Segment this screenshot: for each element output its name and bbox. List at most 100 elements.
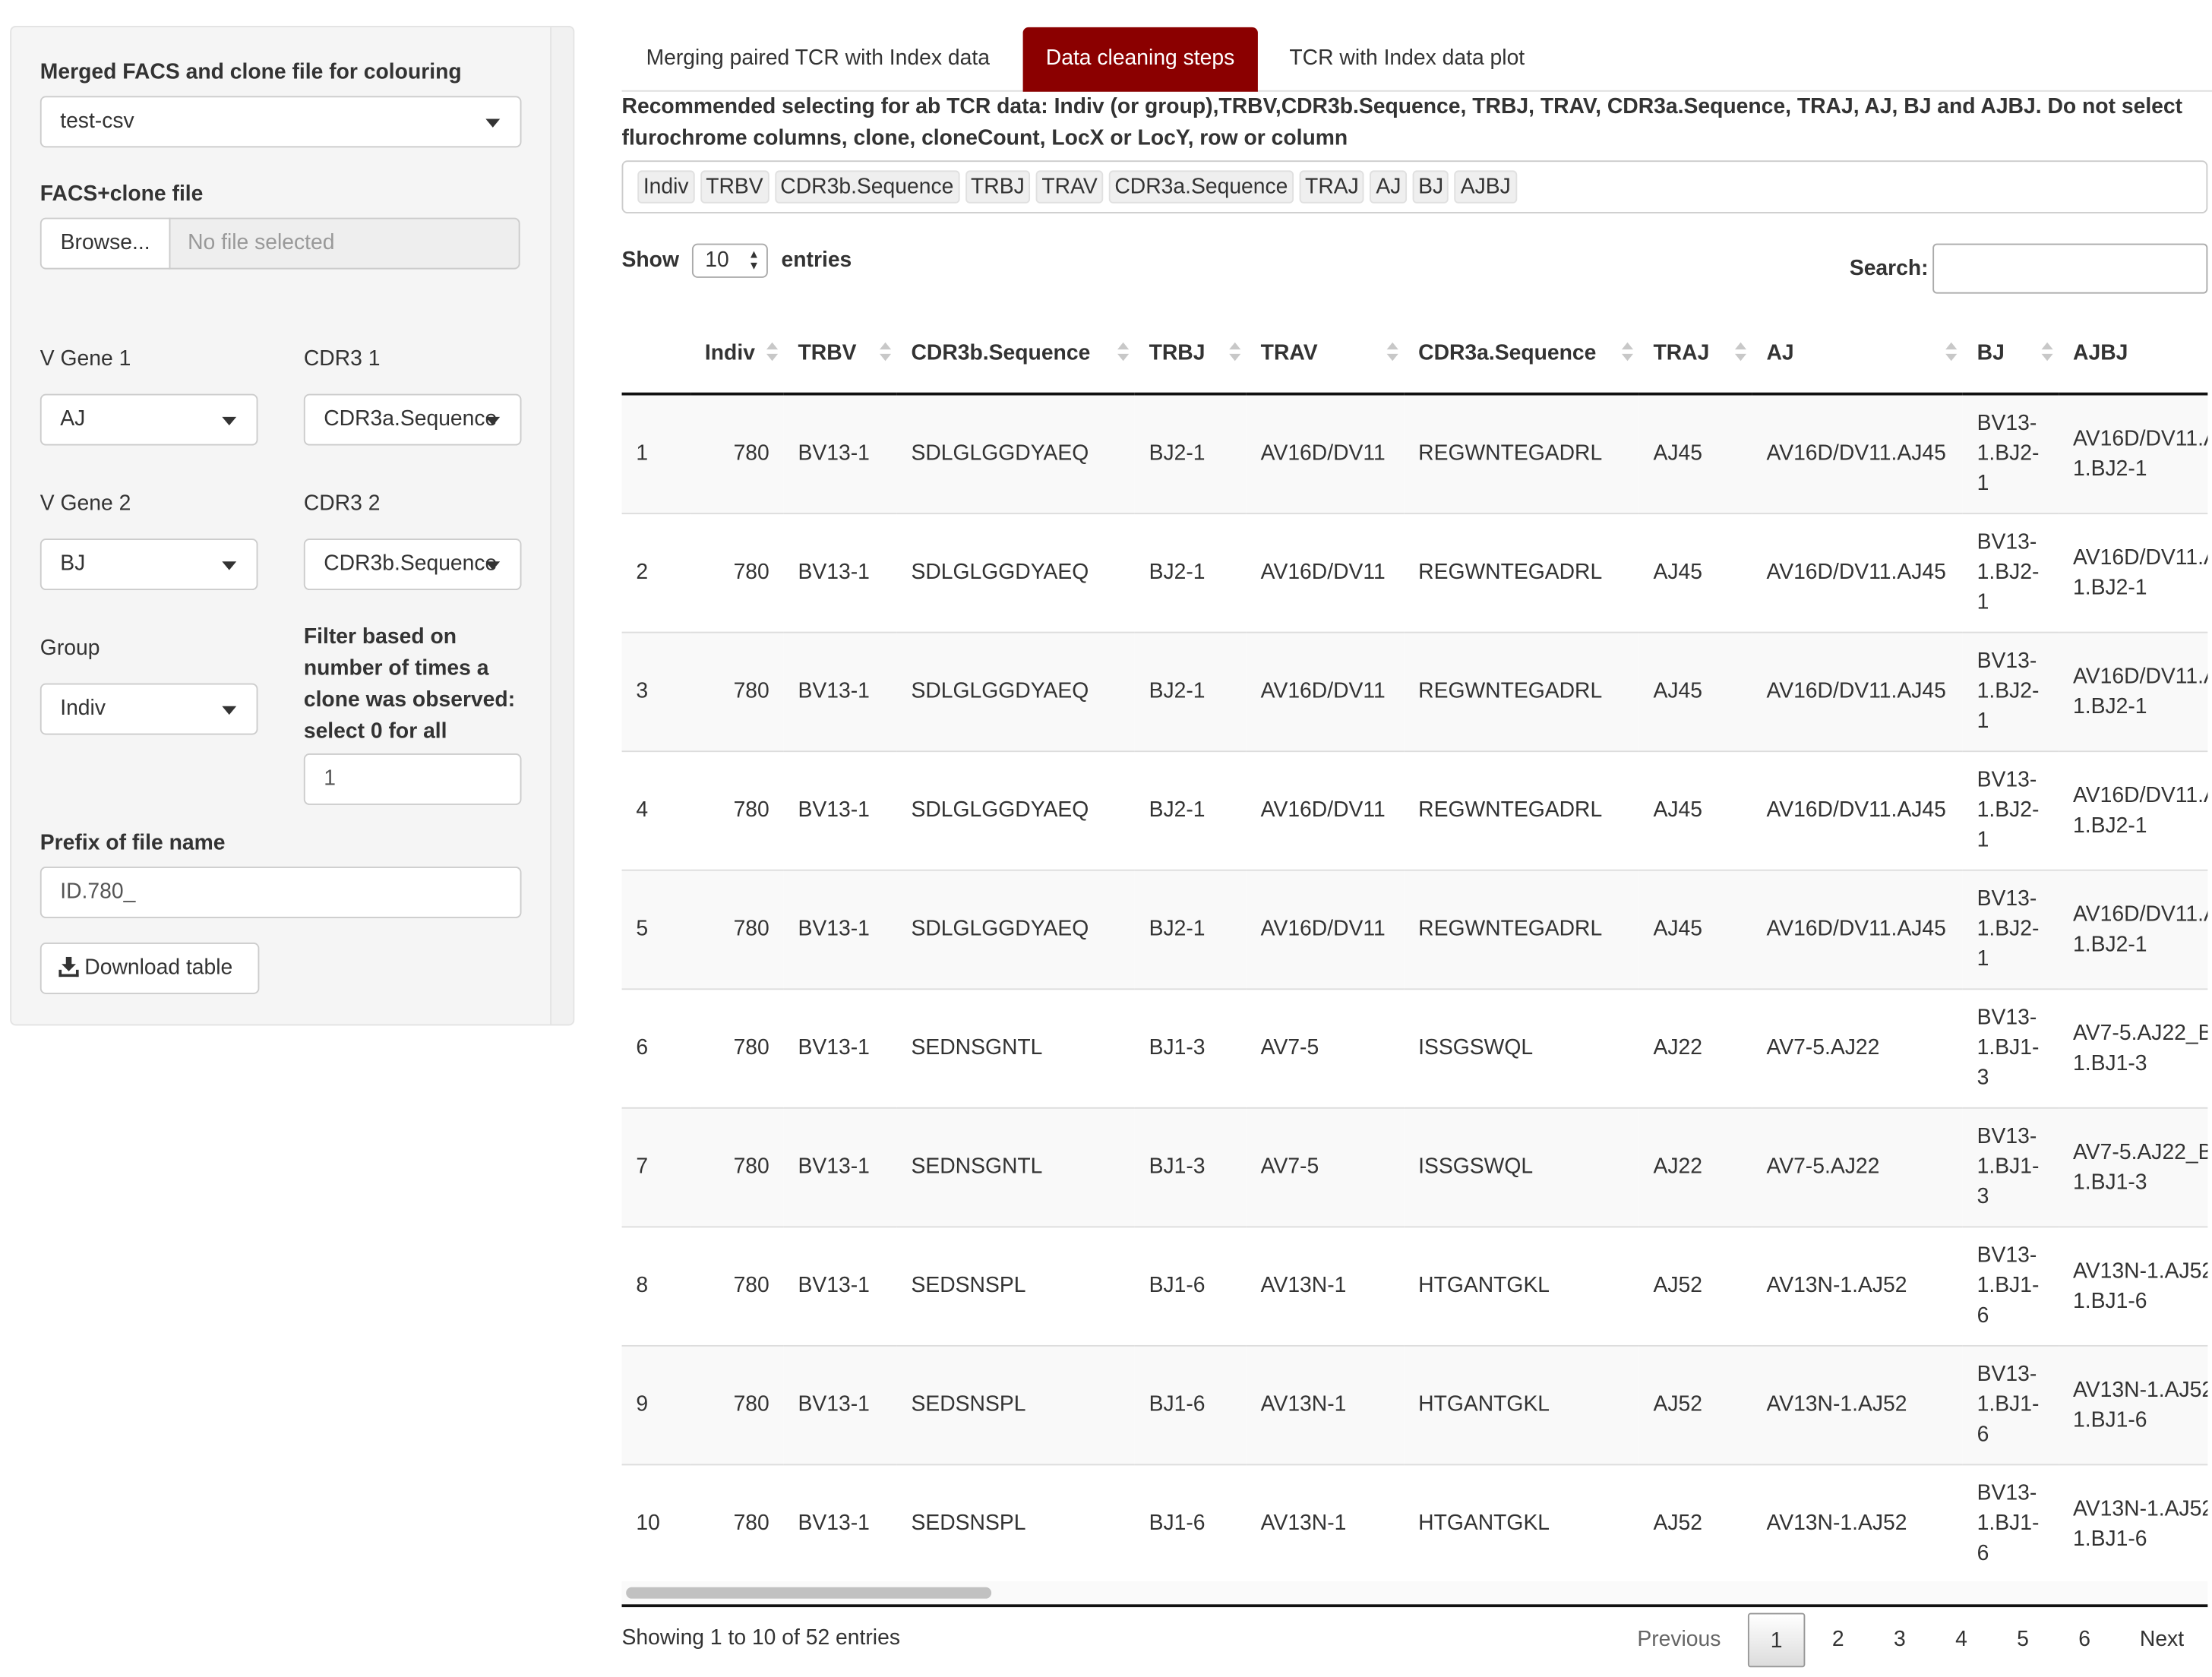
table-cell: AV16D/DV11.AJ45_BV13-1.BJ2-1 xyxy=(2059,630,2208,751)
column-header-label: TRBV xyxy=(798,340,857,365)
prefix-input[interactable]: ID.780_ xyxy=(40,867,522,918)
table-row[interactable]: 1 780 BV13-1 SDLGLGGDYAEQ BJ2-1 AV16D/DV11 REG… xyxy=(621,393,2208,513)
table-cell: 780 xyxy=(690,750,784,870)
column-tag[interactable]: BJ xyxy=(1412,170,1449,204)
data-table: Indiv TRBV CDR3b.Sequence TRBJ TRAV CDR3a.Seq… xyxy=(621,312,2208,1582)
vgene1-value: AJ xyxy=(60,406,86,431)
column-tag[interactable]: CDR3b.Sequence xyxy=(774,170,959,204)
filter-label: Filter based on number of times a clone … xyxy=(303,624,516,744)
table-cell: 780 xyxy=(690,1225,784,1345)
table-cell: BJ1-6 xyxy=(1134,1463,1247,1582)
column-header-label: TRBJ xyxy=(1149,340,1206,365)
updown-arrows-icon: ▲ ▼ xyxy=(747,248,760,273)
column-tag[interactable]: AJBJ xyxy=(1455,170,1517,204)
cdr3-1-select[interactable]: CDR3a.Sequence xyxy=(303,393,522,446)
browse-button[interactable]: Browse... xyxy=(40,217,171,270)
column-header-cdr3a-sequence[interactable]: CDR3a.Sequence xyxy=(1404,312,1639,396)
table-cell: REGWNTEGADRL xyxy=(1404,750,1639,870)
filter-count-input[interactable]: 1 xyxy=(303,753,522,805)
table-row[interactable]: 3 780 BV13-1 SDLGLGGDYAEQ BJ2-1 AV16D/DV11 REG… xyxy=(621,630,2208,751)
sidebar-panel: Merged FACS and clone file for colouring… xyxy=(10,25,575,1026)
table-horizontal-scrollbar[interactable] xyxy=(621,1581,2208,1605)
table-cell: BV13-1 xyxy=(783,1463,897,1582)
column-tag[interactable]: TRAJ xyxy=(1299,170,1365,204)
column-header-aj[interactable]: AJ xyxy=(1752,312,1963,396)
column-tag[interactable]: TRBV xyxy=(700,170,769,204)
table-cell: 780 xyxy=(690,393,784,513)
column-selector[interactable]: Indiv TRBV CDR3b.Sequence TRBJ TRAV CDR3a.Seq… xyxy=(621,160,2208,214)
pagination-page-3[interactable]: 3 xyxy=(1871,1613,1928,1668)
column-tag[interactable]: TRAV xyxy=(1035,170,1104,204)
column-header-traj[interactable]: TRAJ xyxy=(1638,312,1752,396)
vgene2-value: BJ xyxy=(60,551,86,576)
merged-file-select[interactable]: test-csv xyxy=(40,96,522,148)
column-header-indiv[interactable]: Indiv xyxy=(690,312,784,396)
sidebar-scrollbar[interactable] xyxy=(550,27,574,1025)
table-row[interactable]: 7 780 BV13-1 SEDNSGNTL BJ1-3 AV7-5 ISSGSWQL AJ2… xyxy=(621,1106,2208,1227)
pagination-page-1[interactable]: 1 xyxy=(1747,1612,1806,1668)
pagination-page-2[interactable]: 2 xyxy=(1809,1613,1866,1668)
download-icon xyxy=(58,956,79,977)
table-row[interactable]: 9 780 BV13-1 SEDSNSPL BJ1-6 AV13N-1 HTGANTGKL A… xyxy=(621,1344,2208,1464)
sort-icon xyxy=(766,341,779,364)
vgene1-label: V Gene 1 xyxy=(40,346,131,371)
table-cell: AV7-5.AJ22_BV13-1.BJ1-3 xyxy=(2059,1106,2208,1227)
table-cell: BJ1-3 xyxy=(1134,1106,1247,1227)
pagination-page-6[interactable]: 6 xyxy=(2056,1613,2112,1668)
table-row[interactable]: 10 780 BV13-1 SEDSNSPL BJ1-6 AV13N-1 HTGANTGKL… xyxy=(621,1463,2208,1582)
table-cell: BJ1-6 xyxy=(1134,1225,1247,1345)
table-row[interactable]: 5 780 BV13-1 SDLGLGGDYAEQ BJ2-1 AV16D/DV11 REG… xyxy=(621,868,2208,989)
table-cell: BV13-1 xyxy=(783,1225,897,1345)
table-cell: 780 xyxy=(690,630,784,751)
search-input[interactable] xyxy=(1932,243,2208,294)
column-header-ajbj[interactable]: AJBJ xyxy=(2059,312,2208,396)
table-row[interactable]: 8 780 BV13-1 SEDSNSPL BJ1-6 AV13N-1 HTGANTGKL A… xyxy=(621,1225,2208,1345)
scrollbar-thumb[interactable] xyxy=(626,1587,992,1599)
pagination-next[interactable]: Next xyxy=(2118,1613,2207,1668)
table-cell: SEDNSGNTL xyxy=(896,987,1135,1107)
table-cell: ISSGSWQL xyxy=(1404,987,1639,1107)
cdr3-2-select[interactable]: CDR3b.Sequence xyxy=(303,538,522,591)
app-root: Merged FACS and clone file for colouring… xyxy=(0,0,2212,1670)
table-cell: AV16D/DV11.AJ45 xyxy=(1752,868,1963,989)
vgene1-select[interactable]: AJ xyxy=(40,393,258,446)
table-cell: 1 xyxy=(621,393,691,513)
column-tag[interactable]: TRBJ xyxy=(965,170,1031,204)
table-row[interactable]: 2 780 BV13-1 SDLGLGGDYAEQ BJ2-1 AV16D/DV11 REG… xyxy=(621,512,2208,632)
tab-data-cleaning[interactable]: Data cleaning steps xyxy=(1022,27,1258,92)
table-cell: BV13-1 xyxy=(783,1344,897,1464)
column-header-bj[interactable]: BJ xyxy=(1962,312,2059,396)
pagination-previous[interactable]: Previous xyxy=(1619,1613,1739,1668)
group-label: Group xyxy=(40,636,100,661)
table-cell: 780 xyxy=(690,1106,784,1227)
table-row[interactable]: 4 780 BV13-1 SDLGLGGDYAEQ BJ2-1 AV16D/DV11 REG… xyxy=(621,750,2208,870)
column-header-label: CDR3b.Sequence xyxy=(911,340,1091,365)
tab-index-plot[interactable]: TCR with Index data plot xyxy=(1266,27,1547,92)
table-cell: AV16D/DV11 xyxy=(1246,868,1405,989)
column-header-cdr3b-sequence[interactable]: CDR3b.Sequence xyxy=(896,312,1135,396)
table-cell: BJ1-3 xyxy=(1134,987,1247,1107)
chevron-down-icon xyxy=(222,561,237,570)
column-tag[interactable]: AJ xyxy=(1370,170,1407,204)
download-table-button[interactable]: Download table xyxy=(40,942,260,994)
table-cell: 4 xyxy=(621,750,691,870)
file-label: FACS+clone file xyxy=(40,182,204,207)
column-header-trbj[interactable]: TRBJ xyxy=(1134,312,1247,396)
pagination-page-4[interactable]: 4 xyxy=(1932,1613,1989,1668)
table-cell: BV13-1.BJ1-6 xyxy=(1962,1225,2059,1345)
page-length-select[interactable]: 10 ▲ ▼ xyxy=(692,243,769,278)
file-name-field[interactable]: No file selected xyxy=(169,217,520,270)
table-cell: AV16D/DV11.AJ45 xyxy=(1752,512,1963,632)
table-cell: BV13-1 xyxy=(783,512,897,632)
group-select[interactable]: Indiv xyxy=(40,683,258,735)
column-header-trav[interactable]: TRAV xyxy=(1246,312,1405,396)
column-tag[interactable]: Indiv xyxy=(637,170,695,204)
column-tag[interactable]: CDR3a.Sequence xyxy=(1108,170,1294,204)
table-row[interactable]: 6 780 BV13-1 SEDNSGNTL BJ1-3 AV7-5 ISSGSWQL AJ2… xyxy=(621,987,2208,1107)
tab-merging[interactable]: Merging paired TCR with Index data xyxy=(623,27,1013,92)
table-cell: BJ1-6 xyxy=(1134,1344,1247,1464)
vgene2-select[interactable]: BJ xyxy=(40,538,258,591)
pagination-page-5[interactable]: 5 xyxy=(1994,1613,2051,1668)
column-header-trbv[interactable]: TRBV xyxy=(783,312,897,396)
table-cell: HTGANTGKL xyxy=(1404,1344,1639,1464)
